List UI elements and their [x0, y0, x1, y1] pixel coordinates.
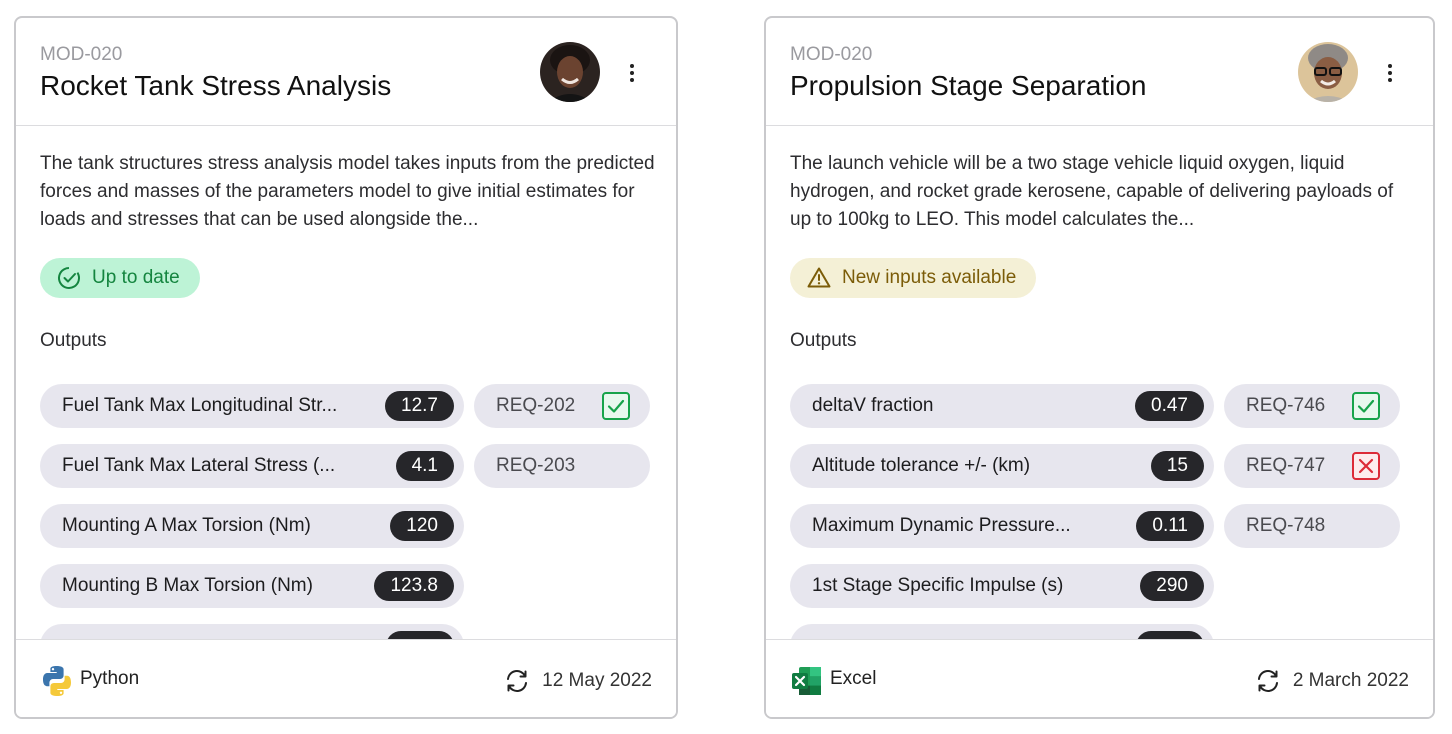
card-footer: Excel 2 March 2022 — [766, 639, 1433, 717]
model-id: MOD-020 — [40, 44, 123, 65]
tool-name: Excel — [830, 668, 877, 689]
outputs-heading: Outputs — [790, 330, 857, 351]
output-label: Altitude tolerance +/- (km) — [812, 455, 1031, 476]
model-description: The launch vehicle will be a two stage v… — [790, 153, 1394, 230]
output-value: 0.11 — [1136, 511, 1204, 541]
excel-icon — [792, 667, 821, 695]
output-value: 123.8 — [374, 571, 454, 601]
last-updated: 2 March 2022 — [1255, 668, 1409, 694]
output-pill[interactable]: deltaV fraction 0.47 — [790, 384, 1214, 428]
card-header: MOD-020 Rocket Tank Stress Analysis — [16, 18, 676, 126]
output-pill[interactable]: Fuel Tank Max Longitudinal Str... 12.7 — [40, 384, 464, 428]
model-title[interactable]: Rocket Tank Stress Analysis — [40, 70, 391, 102]
output-pill[interactable]: Fuel Tank Max Lateral Stress (... 4.1 — [40, 444, 464, 488]
output-value: 290 — [1140, 571, 1204, 601]
output-value-placeholder — [1136, 631, 1204, 639]
python-icon — [43, 666, 71, 696]
requirement-id: REQ-748 — [1246, 515, 1326, 536]
requirement-id: REQ-203 — [496, 455, 576, 476]
requirement-id: REQ-202 — [496, 395, 576, 416]
output-label: deltaV fraction — [812, 395, 934, 416]
status-badge: New inputs available — [790, 258, 1037, 298]
output-label: 1st Stage Specific Impulse (s) — [812, 575, 1064, 596]
output-pill — [790, 624, 1214, 639]
tool-name: Python — [80, 668, 140, 689]
status-label: New inputs available — [842, 267, 1017, 288]
output-label: Mounting B Max Torsion (Nm) — [62, 575, 313, 596]
outputs-list: deltaV fraction 0.47 REQ-746 Altitude to… — [766, 384, 1433, 639]
output-value: 0.47 — [1135, 391, 1204, 421]
output-label: Maximum Dynamic Pressure... — [812, 515, 1071, 536]
output-pill[interactable]: Mounting A Max Torsion (Nm) 120 — [40, 504, 464, 548]
output-label: Fuel Tank Max Lateral Stress (... — [62, 455, 336, 476]
model-description: The tank structures stress analysis mode… — [40, 153, 655, 230]
card-header: MOD-020 Propulsion Stage Separation — [766, 18, 1433, 126]
output-pill[interactable]: 1st Stage Specific Impulse (s) 290 — [790, 564, 1214, 608]
requirement-id: REQ-746 — [1246, 395, 1326, 416]
requirement-pass-icon — [602, 392, 630, 420]
warning-icon — [807, 267, 831, 288]
output-value: 15 — [1150, 451, 1204, 481]
output-pill[interactable]: Maximum Dynamic Pressure... 0.11 — [790, 504, 1214, 548]
more-options-icon[interactable] — [622, 60, 642, 86]
model-card[interactable]: MOD-020 Propulsion Stage Separation The … — [764, 16, 1435, 719]
more-options-icon[interactable] — [1380, 60, 1400, 86]
refresh-icon[interactable] — [1255, 668, 1281, 694]
requirement-pill[interactable]: REQ-746 — [1224, 384, 1400, 428]
output-value: 120 — [390, 511, 454, 541]
refresh-icon[interactable] — [504, 668, 530, 694]
requirement-pill[interactable]: REQ-202 — [474, 384, 650, 428]
model-id: MOD-020 — [790, 44, 873, 65]
output-pill — [40, 624, 464, 639]
last-updated: 12 May 2022 — [504, 668, 652, 694]
output-pill[interactable]: Mounting B Max Torsion (Nm) 123.8 — [40, 564, 464, 608]
status-label: Up to date — [92, 267, 180, 288]
output-pill[interactable]: Altitude tolerance +/- (km) 15 — [790, 444, 1214, 488]
status-badge: Up to date — [40, 258, 200, 298]
model-title[interactable]: Propulsion Stage Separation — [790, 70, 1146, 102]
output-value: 4.1 — [395, 451, 454, 481]
output-label: Fuel Tank Max Longitudinal Str... — [62, 395, 338, 416]
check-circle-icon — [58, 267, 80, 289]
updated-date: 2 March 2022 — [1292, 670, 1409, 691]
requirement-id: REQ-747 — [1246, 455, 1326, 476]
requirement-pass-icon — [1352, 392, 1380, 420]
outputs-heading: Outputs — [40, 330, 107, 351]
requirement-pill[interactable]: REQ-748 — [1224, 504, 1400, 548]
owner-avatar[interactable] — [1298, 42, 1358, 102]
output-value: 12.7 — [385, 391, 454, 421]
owner-avatar[interactable] — [540, 42, 600, 102]
card-footer: Python 12 May 2022 — [16, 639, 676, 717]
requirement-pill[interactable]: REQ-203 — [474, 444, 650, 488]
output-value-placeholder — [386, 631, 454, 639]
requirement-fail-icon — [1352, 452, 1380, 480]
outputs-list: Fuel Tank Max Longitudinal Str... 12.7 R… — [16, 384, 676, 639]
requirement-pill[interactable]: REQ-747 — [1224, 444, 1400, 488]
output-label: Mounting A Max Torsion (Nm) — [62, 515, 311, 536]
updated-date: 12 May 2022 — [542, 670, 652, 691]
model-card[interactable]: MOD-020 Rocket Tank Stress Analysis The … — [14, 16, 678, 719]
